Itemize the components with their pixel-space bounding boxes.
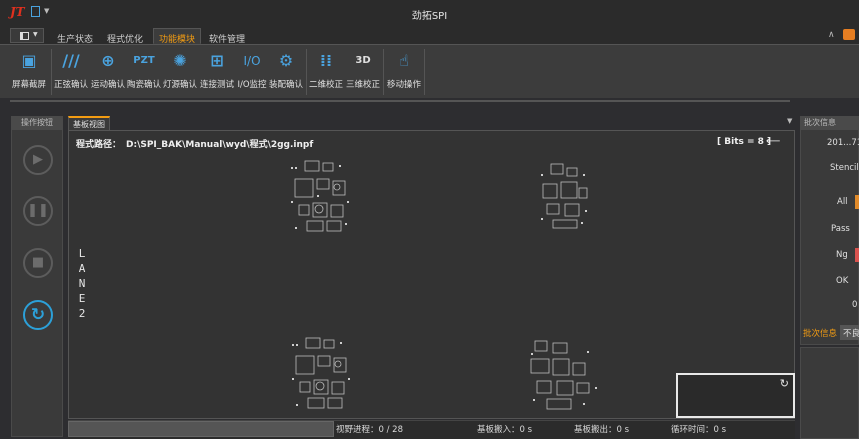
pzt-confirm-label: 陶瓷确认 xyxy=(126,80,161,90)
play-button[interactable]: ▶ xyxy=(23,145,53,175)
batch-id: 201...711 xyxy=(827,138,859,148)
right-lower-panel xyxy=(800,347,859,439)
motion-confirm-icon: ⊕ xyxy=(101,51,115,70)
io-monitor-button[interactable]: I/O I/O监控 xyxy=(237,48,267,94)
board-out-time: 基板搬出：0 s xyxy=(574,425,630,435)
pause-icon: ❚❚ xyxy=(27,203,49,218)
help-icon[interactable] xyxy=(843,29,855,40)
stat-ng-label: Ng xyxy=(836,250,848,260)
tab-software-manage[interactable]: 软件管理 xyxy=(203,28,251,45)
board-in-time: 基板搬入：0 s xyxy=(477,425,533,435)
tab-program-optimize[interactable]: 程式优化 xyxy=(101,28,149,45)
ribbon-divider xyxy=(424,49,425,95)
tab-board-view[interactable]: 基板视图 xyxy=(68,116,110,130)
connection-test-label: 连接测试 xyxy=(199,80,234,90)
operation-panel: ▶ ❚❚ ■ ↻ xyxy=(11,129,63,437)
3d-calibration-label: 三维校正 xyxy=(345,80,380,90)
pause-button[interactable]: ❚❚ xyxy=(23,196,53,226)
right-panel-header: 批次信息 xyxy=(800,116,859,129)
reset-button[interactable]: ↻ xyxy=(23,300,53,330)
motion-confirm-label: 运动确认 xyxy=(90,80,125,90)
2d-calibration-button[interactable]: ⁞⁞ 二维校正 xyxy=(309,48,343,94)
stat-ok-label: OK xyxy=(836,276,849,286)
light-source-label: 灯源确认 xyxy=(162,80,197,90)
program-path-label: 程式路径： xyxy=(76,140,122,150)
tab-batch-info[interactable]: 批次信息 xyxy=(803,327,837,339)
pcb-board-top-left[interactable] xyxy=(287,157,353,237)
move-operation-button[interactable]: ☝ 移动操作 xyxy=(387,48,421,94)
back-arrow-icon[interactable]: ⟵ xyxy=(766,136,780,147)
screenshot-icon: ▣ xyxy=(21,51,37,70)
lane-char: L xyxy=(78,247,86,260)
stat-pass-label: Pass xyxy=(831,224,850,234)
tab-production-status[interactable]: 生产状态 xyxy=(52,28,98,45)
pzt-confirm-button[interactable]: PZT 陶瓷确认 xyxy=(127,48,161,94)
stop-button[interactable]: ■ xyxy=(23,248,53,278)
stat-all-bar xyxy=(855,195,859,209)
cycle-time: 循环时间：0 s xyxy=(671,425,727,435)
move-operation-label: 移动操作 xyxy=(386,80,421,90)
chevron-down-icon[interactable]: ▼ xyxy=(787,117,792,125)
assembly-icon: ⚙ xyxy=(278,51,294,70)
lane-char: N xyxy=(78,277,86,290)
ribbon-scroll-track[interactable] xyxy=(10,100,790,102)
sine-confirm-icon: /// xyxy=(62,51,80,70)
progress-bar xyxy=(68,421,334,437)
3d-calibration-icon: 3D xyxy=(355,55,371,66)
menu-bar: ▼ 生产状态 程式优化 功能模块 软件管理 ∧ xyxy=(0,26,859,45)
light-source-button[interactable]: ✺ 灯源确认 xyxy=(163,48,197,94)
tab-function-module[interactable]: 功能模块 xyxy=(153,28,201,45)
connection-test-button[interactable]: ⊞ 连接测试 xyxy=(200,48,234,94)
mini-map[interactable]: ↻ xyxy=(676,373,795,418)
program-path-value: D:\SPI_BAK\Manual\wyd\程式\2gg.inpf xyxy=(126,140,314,150)
stencil-name: Stencil1 xyxy=(830,163,859,173)
sine-confirm-button[interactable]: /// 正弦确认 xyxy=(54,48,88,94)
sine-confirm-label: 正弦确认 xyxy=(53,80,88,90)
pzt-icon: PZT xyxy=(133,55,155,66)
lane-char: 2 xyxy=(78,307,86,320)
field-progress-text: 视野进程：0 / 28 xyxy=(336,425,403,435)
window-title: 劲拓SPI xyxy=(411,11,448,22)
app-menu-button[interactable]: ▼ xyxy=(10,28,44,43)
2d-calibration-label: 二维校正 xyxy=(308,80,343,90)
ribbon-toolbar: ▣ 屏幕截屏 /// 正弦确认 ⊕ 运动确认 PZT 陶瓷确认 ✺ 灯源确认 ⊞… xyxy=(0,44,859,98)
layout-icon xyxy=(20,32,29,40)
batch-info-panel xyxy=(800,129,859,345)
pcb-board-top-right[interactable] xyxy=(537,160,593,232)
bits-indicator: [ Bits = 8 ] xyxy=(717,137,772,147)
stat-zero-value: 0 xyxy=(852,300,858,310)
stop-icon: ■ xyxy=(31,255,45,270)
screenshot-label: 屏幕截屏 xyxy=(11,80,46,90)
reset-icon: ↻ xyxy=(30,305,46,325)
stat-ng-bar xyxy=(855,248,859,262)
title-bar: JT ▼ 劲拓SPI xyxy=(0,0,859,26)
assembly-confirm-button[interactable]: ⚙ 装配确认 xyxy=(269,48,303,94)
io-icon: I/O xyxy=(243,54,261,68)
light-source-icon: ✺ xyxy=(173,51,187,70)
lane-char: A xyxy=(78,262,86,275)
motion-confirm-button[interactable]: ⊕ 运动确认 xyxy=(91,48,125,94)
lane-char: E xyxy=(78,292,86,305)
network-icon: ⊞ xyxy=(210,51,224,70)
pcb-board-bottom-left[interactable] xyxy=(288,334,354,414)
left-panel-header: 操作按钮 xyxy=(11,116,63,129)
tab-defects[interactable]: 不良 xyxy=(840,325,859,340)
screenshot-button[interactable]: ▣ 屏幕截屏 xyxy=(12,48,46,94)
collapse-ribbon-icon[interactable]: ∧ xyxy=(828,30,835,40)
play-icon: ▶ xyxy=(33,152,43,167)
pcb-board-bottom-right[interactable] xyxy=(527,337,603,413)
chevron-down-icon: ▼ xyxy=(33,31,38,38)
3d-calibration-button[interactable]: 3D 三维校正 xyxy=(346,48,380,94)
move-hand-icon: ☝ xyxy=(399,51,409,70)
stat-all-label: All xyxy=(837,197,848,207)
lane-label: LANE 2 xyxy=(77,246,87,321)
refresh-icon[interactable]: ↻ xyxy=(780,377,789,390)
assembly-confirm-label: 装配确认 xyxy=(268,80,303,90)
2d-calibration-icon: ⁞⁞ xyxy=(319,51,333,70)
